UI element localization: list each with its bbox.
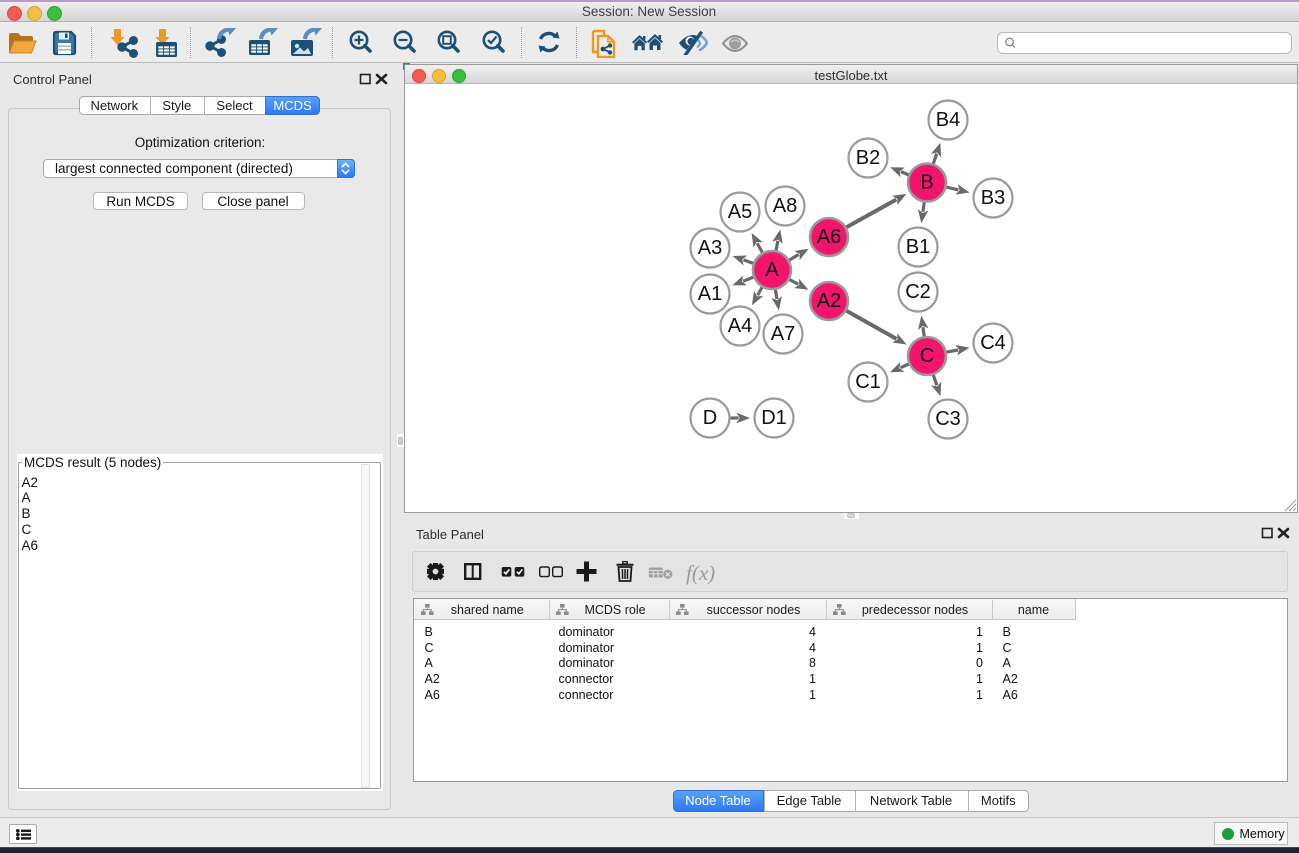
- svg-text:B4: B4: [936, 109, 960, 131]
- svg-text:A6: A6: [817, 226, 841, 248]
- svg-text:C: C: [920, 345, 934, 367]
- svg-text:B2: B2: [856, 147, 880, 169]
- svg-text:A7: A7: [771, 323, 795, 345]
- svg-text:A2: A2: [817, 290, 841, 312]
- svg-text:B3: B3: [981, 187, 1005, 209]
- svg-text:C3: C3: [935, 408, 961, 430]
- svg-text:A4: A4: [728, 315, 752, 337]
- svg-text:D: D: [703, 407, 717, 429]
- svg-text:A: A: [765, 259, 779, 281]
- svg-text:A1: A1: [698, 283, 722, 305]
- svg-text:C2: C2: [905, 281, 931, 303]
- svg-text:A3: A3: [698, 237, 722, 259]
- svg-text:D1: D1: [761, 407, 787, 429]
- svg-text:C4: C4: [980, 332, 1006, 354]
- svg-text:A8: A8: [773, 195, 797, 217]
- svg-text:B: B: [920, 172, 933, 194]
- svg-text:C1: C1: [855, 371, 881, 393]
- svg-text:A5: A5: [728, 201, 752, 223]
- svg-text:B1: B1: [906, 236, 930, 258]
